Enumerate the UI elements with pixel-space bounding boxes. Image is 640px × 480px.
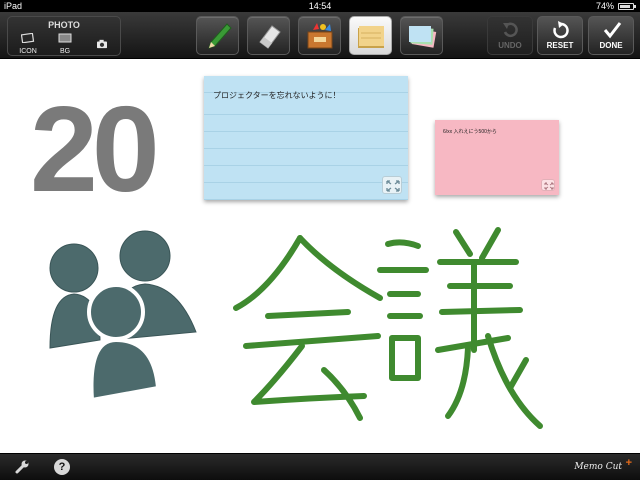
help-button[interactable]: ?: [54, 459, 70, 475]
photo-frame-icon: [21, 33, 35, 43]
memo-blue-text: プロジェクターを忘れないように！: [213, 91, 341, 100]
people-group-icon[interactable]: [48, 228, 200, 404]
settings-wrench-icon[interactable]: [14, 459, 30, 475]
toolbar: PHOTO ICON BG UNDO RESET DONE: [0, 12, 640, 59]
clock: 14:54: [308, 1, 332, 11]
expand-icon: [544, 182, 554, 190]
background-image-icon: [58, 33, 72, 43]
eraser-icon: [259, 25, 281, 49]
undo-label: UNDO: [498, 41, 522, 50]
battery-icon: [618, 3, 636, 10]
handwriting-drawing[interactable]: [230, 220, 550, 450]
brand-logo: Memo Cut: [574, 462, 622, 472]
expand-icon: [386, 180, 400, 192]
memo-stack-icon: [409, 26, 437, 48]
memo-canvas[interactable]: 20 プロジェクターを忘れないように！ 6/xx 入れえにう500から: [0, 60, 640, 453]
reset-icon: [553, 21, 569, 39]
photo-group: PHOTO ICON BG: [7, 16, 121, 56]
undo-icon: [503, 22, 518, 38]
photo-icon-label: ICON: [19, 48, 37, 55]
photo-group-title: PHOTO: [48, 20, 80, 30]
bottom-bar: ? Memo Cut +: [0, 453, 640, 480]
stamp-tool-button[interactable]: [298, 16, 341, 55]
photo-bg-label: BG: [59, 48, 71, 55]
camera-icon: [97, 39, 107, 49]
done-button[interactable]: DONE: [588, 16, 634, 55]
big-number-stamp[interactable]: 20: [30, 88, 160, 210]
memo-pink[interactable]: 6/xx 入れえにう500から: [435, 120, 559, 195]
memo-stack-tool-button[interactable]: [400, 16, 443, 55]
photo-icon-button[interactable]: ICON: [10, 31, 46, 55]
checkmark-icon: [603, 22, 622, 39]
camera-button[interactable]: [84, 31, 120, 55]
pencil-icon: [208, 23, 232, 49]
eraser-tool-button[interactable]: [247, 16, 290, 55]
pencil-tool-button[interactable]: [196, 16, 239, 55]
photo-bg-button[interactable]: BG: [47, 31, 83, 55]
done-label: DONE: [599, 41, 623, 50]
stamp-box-icon: [307, 23, 333, 49]
undo-button[interactable]: UNDO: [487, 16, 533, 55]
memo-blue-expand-button[interactable]: [382, 176, 402, 194]
reset-button[interactable]: RESET: [537, 16, 583, 55]
memo-pink-expand-button[interactable]: [541, 179, 555, 191]
battery-percent: 74%: [595, 1, 614, 11]
reset-label: RESET: [546, 41, 574, 50]
memo-pink-text: 6/xx 入れえにう500から: [443, 129, 497, 135]
memo-tool-button[interactable]: [349, 16, 392, 55]
status-bar: iPad 14:54 74%: [0, 0, 640, 12]
memo-blue[interactable]: プロジェクターを忘れないように！: [204, 76, 408, 200]
brand-plus: +: [625, 457, 632, 469]
memo-pad-icon: [358, 26, 384, 48]
